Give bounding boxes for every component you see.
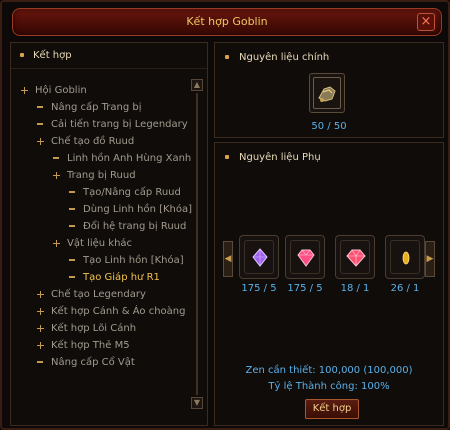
expand-icon xyxy=(37,342,44,349)
armor-fragment-icon xyxy=(318,86,336,102)
pink-gem-icon xyxy=(297,249,315,267)
sub-material-header: Nguyên liệu Phụ xyxy=(239,152,321,163)
tree-item-label: Nâng cấp Cổ Vật xyxy=(51,357,135,368)
tree-item-label: Chế tạo Legendary xyxy=(51,289,146,300)
expand-icon xyxy=(53,172,60,179)
sub-material-count-3: 18 / 1 xyxy=(340,283,370,294)
sub-material-count-1: 175 / 5 xyxy=(241,283,277,294)
category-header: Kết hợp xyxy=(11,43,207,69)
leaf-icon xyxy=(69,225,75,227)
main-material-panel: Nguyên liệu chính 50 / 50 xyxy=(214,42,444,138)
leaf-icon xyxy=(37,361,43,363)
tree-item-label: Kết hợp Thẻ M5 xyxy=(51,340,130,351)
scrollbar[interactable]: ▲ ▼ xyxy=(191,79,203,409)
tree-item-label: Trang bị Ruud xyxy=(67,170,136,181)
main-material-slot[interactable] xyxy=(309,73,345,113)
tree-item-label: Dùng Linh hồn [Khóa] xyxy=(83,204,193,215)
scroll-up-button[interactable]: ▲ xyxy=(191,79,203,91)
expand-icon xyxy=(53,240,60,247)
leaf-icon xyxy=(69,191,75,193)
expand-icon xyxy=(21,87,28,94)
scroll-track[interactable] xyxy=(196,93,198,395)
category-header-label: Kết hợp xyxy=(33,50,72,61)
tree-item-label: Vật liệu khác xyxy=(67,238,133,249)
sub-material-count-2: 175 / 5 xyxy=(287,283,323,294)
leaf-icon xyxy=(37,123,43,125)
tree-item-label: Tạo Giáp hư R1 xyxy=(83,272,160,283)
main-material-header: Nguyên liệu chính xyxy=(239,52,330,63)
sub-material-slot-4[interactable] xyxy=(385,235,425,279)
expand-icon xyxy=(37,138,44,145)
goblin-combine-window: Kết hợp Goblin × Kết hợp Hội Goblin Nâng … xyxy=(0,0,450,430)
gold-shard-icon xyxy=(402,251,410,265)
tree-item-label: Cải tiến trang bị Legendary xyxy=(51,119,188,130)
leaf-icon xyxy=(69,259,75,261)
expand-icon xyxy=(37,308,44,315)
leaf-icon xyxy=(69,208,75,210)
title-bar: Kết hợp Goblin × xyxy=(12,8,442,36)
leaf-icon xyxy=(37,106,43,108)
purple-gem-icon xyxy=(252,248,268,267)
expand-icon xyxy=(37,291,44,298)
bullet-icon xyxy=(225,55,229,59)
tree-item-label: Linh hồn Anh Hùng Xanh xyxy=(67,153,192,164)
leaf-icon xyxy=(69,276,75,278)
sub-material-slot-3[interactable] xyxy=(335,235,375,279)
sub-material-count-4: 26 / 1 xyxy=(390,283,420,294)
main-material-count: 50 / 50 xyxy=(311,121,347,132)
close-icon: × xyxy=(420,14,432,29)
window-title: Kết hợp Goblin xyxy=(186,15,268,28)
tree-item-label: Hội Goblin xyxy=(35,85,87,96)
zen-required-text: Zen cần thiết: 100,000 (100,000) xyxy=(245,365,413,376)
tree-item-label: Kết hợp Cánh & Áo choàng xyxy=(51,306,186,317)
tree-item-label: Tạo Linh hồn [Khóa] xyxy=(83,255,184,266)
scroll-down-button[interactable]: ▼ xyxy=(191,397,203,409)
bullet-icon xyxy=(20,53,24,57)
arrow-right-icon[interactable]: ▶ xyxy=(425,241,435,277)
sub-material-slot-2[interactable] xyxy=(285,235,325,279)
category-panel: Kết hợp Hội Goblin Nâng cấp Trang bị Cải t… xyxy=(10,42,208,426)
tree-item-label: Nâng cấp Trang bị xyxy=(51,102,142,113)
tree-item-label: Tạo/Nâng cấp Ruud xyxy=(83,187,181,198)
leaf-icon xyxy=(53,157,59,159)
tree-item-label: Kết hợp Lõi Cánh xyxy=(51,323,137,334)
red-gem-icon xyxy=(346,249,366,267)
arrow-left-icon[interactable]: ◀ xyxy=(223,241,233,277)
expand-icon xyxy=(37,325,44,332)
close-button[interactable]: × xyxy=(417,13,435,31)
success-rate-text: Tỷ lệ Thành công: 100% xyxy=(268,381,390,392)
sub-material-panel: Nguyên liệu Phụ ◀ ▶ 175 / 5 175 / 5 18 /… xyxy=(214,142,444,426)
tree-item-label: Đổi hệ trang bị Ruud xyxy=(83,221,187,232)
bullet-icon xyxy=(225,155,229,159)
sub-material-slot-1[interactable] xyxy=(239,235,279,279)
combine-button[interactable]: Kết hợp xyxy=(305,399,359,419)
tree-item-label: Chế tạo đồ Ruud xyxy=(51,136,135,147)
